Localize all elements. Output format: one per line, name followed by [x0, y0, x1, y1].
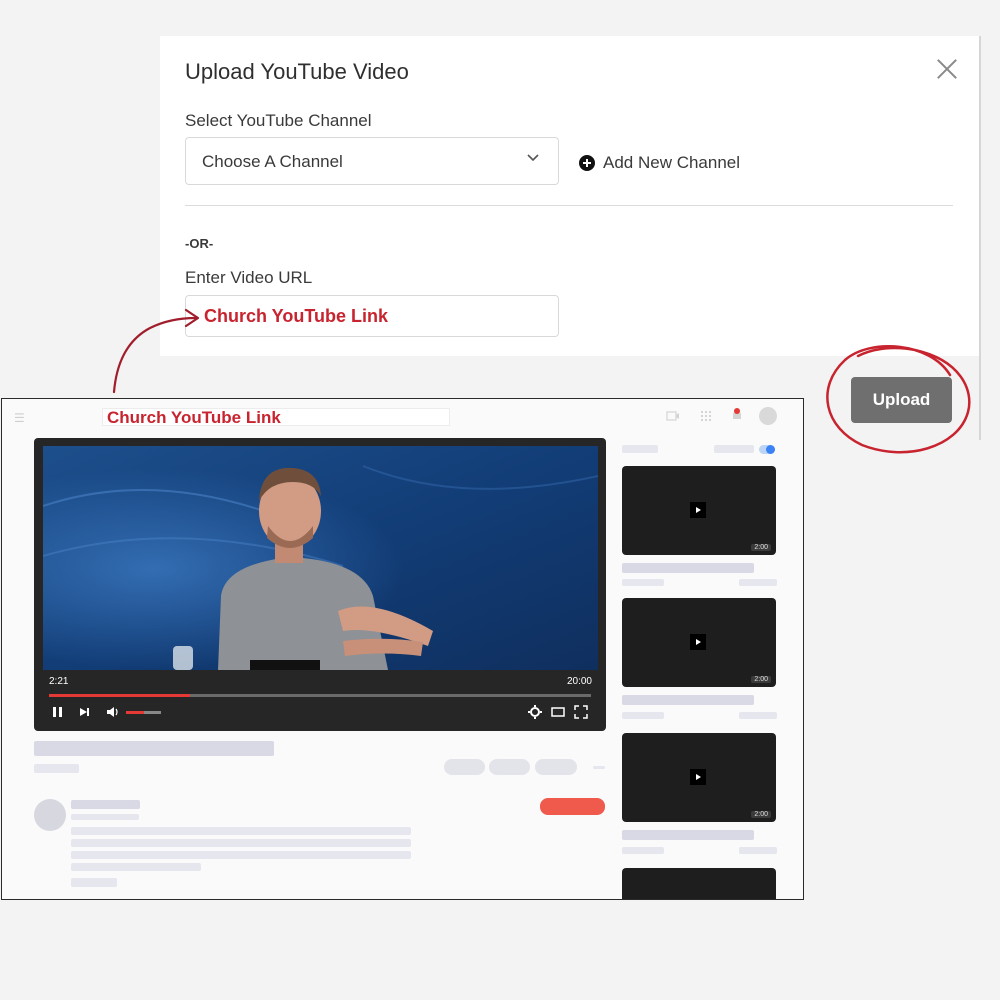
channel-select-value: Choose A Channel: [202, 152, 343, 171]
sidebar-meta-placeholder: [622, 847, 664, 854]
settings-icon[interactable]: [527, 704, 543, 720]
channel-avatar[interactable]: [34, 799, 66, 831]
sidebar-video-thumbnail[interactable]: [622, 868, 776, 899]
description-line: [71, 827, 411, 835]
play-icon: [690, 769, 706, 785]
views-placeholder: [34, 764, 79, 773]
video-frame: [43, 446, 598, 670]
youtube-page-mock: ☰ Church YouTube Link 2:21 20:00 2:00 2:…: [1, 398, 804, 900]
description-line: [71, 851, 411, 859]
fullscreen-icon[interactable]: [573, 704, 589, 720]
next-icon[interactable]: [77, 704, 93, 720]
upload-button[interactable]: Upload: [851, 377, 952, 423]
description-line: [71, 839, 411, 847]
video-duration: 2:00: [751, 811, 771, 818]
sidebar-meta-placeholder: [622, 579, 664, 586]
close-icon[interactable]: [936, 58, 958, 80]
url-label: Enter Video URL: [185, 268, 313, 287]
subscriber-count-placeholder: [71, 814, 139, 820]
total-time: 20:00: [566, 676, 592, 687]
volume-icon[interactable]: [105, 704, 121, 720]
autoplay-toggle[interactable]: [759, 445, 775, 454]
apps-icon[interactable]: [699, 409, 713, 423]
sidebar-title-placeholder: [622, 695, 754, 705]
pause-icon[interactable]: [50, 704, 66, 720]
like-chip[interactable]: [444, 759, 485, 775]
channel-label: Select YouTube Channel: [185, 111, 372, 130]
add-new-channel-label: Add New Channel: [603, 153, 741, 172]
sidebar-title-placeholder: [622, 830, 754, 840]
autoplay-label-placeholder: [714, 445, 754, 453]
video-duration: 2:00: [751, 676, 771, 683]
subscribe-button[interactable]: [540, 798, 605, 815]
notification-dot: [734, 408, 740, 414]
theater-icon[interactable]: [550, 704, 566, 720]
progress-bar[interactable]: [49, 694, 591, 697]
youtube-search-text: Church YouTube Link: [107, 408, 281, 427]
current-time: 2:21: [49, 676, 69, 687]
save-chip[interactable]: [535, 759, 577, 775]
channel-name-placeholder: [71, 800, 140, 809]
plus-circle-icon: [579, 155, 595, 171]
divider: [185, 205, 953, 206]
avatar[interactable]: [759, 407, 777, 425]
sidebar-video-thumbnail[interactable]: 2:00: [622, 598, 776, 687]
menu-icon[interactable]: ☰: [14, 411, 25, 425]
chevron-down-icon: [527, 154, 539, 162]
more-icon[interactable]: [593, 766, 605, 769]
play-icon: [690, 502, 706, 518]
video-url-input[interactable]: Church YouTube Link: [185, 295, 559, 337]
play-icon: [690, 634, 706, 650]
sidebar-video-thumbnail[interactable]: 2:00: [622, 733, 776, 822]
modal-edge: [979, 36, 981, 440]
progress-fill: [49, 694, 190, 697]
video-title-placeholder: [34, 741, 274, 756]
show-more-placeholder: [71, 878, 117, 887]
description-line: [71, 863, 201, 871]
video-duration: 2:00: [751, 544, 771, 551]
upload-modal: Upload YouTube Video Select YouTube Chan…: [160, 36, 980, 356]
sidebar-meta-placeholder: [622, 712, 664, 719]
share-chip[interactable]: [489, 759, 530, 775]
sidebar-meta-placeholder: [739, 712, 777, 719]
volume-fill: [126, 711, 144, 714]
sidebar-video-thumbnail[interactable]: 2:00: [622, 466, 776, 555]
sidebar-meta-placeholder: [739, 847, 777, 854]
up-next-placeholder: [622, 445, 658, 453]
sidebar-meta-placeholder: [739, 579, 777, 586]
camera-icon[interactable]: [666, 409, 680, 423]
channel-select[interactable]: Choose A Channel: [185, 137, 559, 185]
video-player[interactable]: 2:21 20:00: [34, 438, 606, 731]
sidebar-title-placeholder: [622, 563, 754, 573]
modal-title: Upload YouTube Video: [185, 59, 409, 84]
or-separator: -OR-: [185, 236, 214, 251]
video-url-value: Church YouTube Link: [204, 306, 388, 326]
volume-slider[interactable]: [126, 711, 161, 714]
add-new-channel-button[interactable]: Add New Channel: [579, 153, 740, 173]
